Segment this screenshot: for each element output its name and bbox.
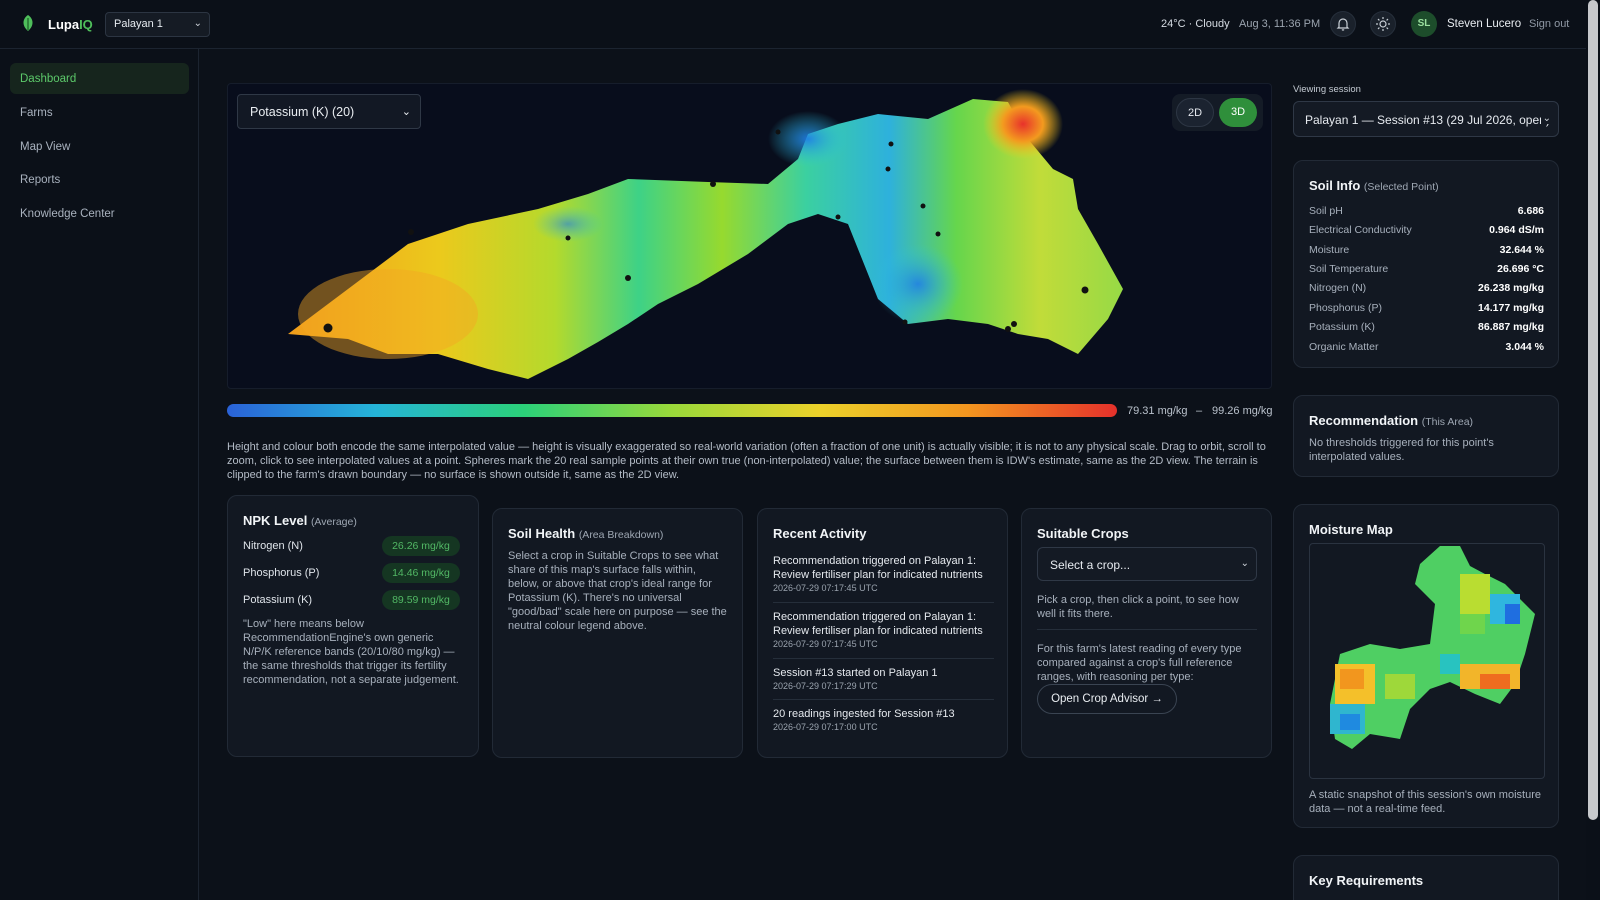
- moisture-map-image: [1309, 543, 1545, 779]
- recommendation-body: No thresholds triggered for this point's…: [1309, 437, 1494, 463]
- recent-activity-title: Recent Activity: [773, 526, 867, 541]
- brand-name: LupaIQ: [48, 17, 93, 32]
- layer-select-value: Potassium (K) (20): [250, 105, 355, 119]
- phosphorus-value-badge: 14.46 mg/kg: [382, 563, 460, 583]
- user-name: Steven Lucero: [1447, 18, 1522, 30]
- legend-min-value: 79.31 mg/kg: [1127, 405, 1188, 417]
- soil-info-title: Soil Info (Selected Point): [1309, 178, 1439, 193]
- avatar[interactable]: SL: [1411, 11, 1437, 37]
- chevron-down-icon: ⌄: [1240, 558, 1249, 569]
- bell-icon: [1336, 18, 1350, 31]
- soil-info-row: Soil Temperature 26.696 °C: [1309, 263, 1544, 275]
- view-2d-button[interactable]: 2D: [1176, 98, 1214, 127]
- layer-select[interactable]: Potassium (K) (20) ⌄: [237, 94, 421, 129]
- moisture-map-title: Moisture Map: [1309, 522, 1393, 537]
- page-scrollbar[interactable]: [1586, 0, 1600, 900]
- suitable-crops-card: Suitable Crops Select a crop... ⌄ Pick a…: [1021, 508, 1272, 758]
- sidebar-item-knowledge-center[interactable]: Knowledge Center: [10, 198, 189, 229]
- weather-status: 24°C · Cloudy: [1161, 18, 1230, 30]
- terrain-surface[interactable]: [228, 84, 1272, 389]
- recommendation-card: Recommendation (This Area) No thresholds…: [1293, 395, 1559, 477]
- soil-info-row: Nitrogen (N) 26.238 mg/kg: [1309, 282, 1544, 294]
- session-select[interactable]: Palayan 1 — Session #13 (29 Jul 2026, op…: [1293, 101, 1559, 137]
- view-3d-button[interactable]: 3D: [1219, 98, 1257, 127]
- sidebar-item-reports[interactable]: Reports: [10, 164, 189, 195]
- sidebar-item-dashboard[interactable]: Dashboard: [10, 63, 189, 94]
- open-crop-advisor-button[interactable]: Open Crop Advisor →: [1037, 684, 1177, 714]
- moisture-heatmap: [1330, 546, 1535, 749]
- theme-toggle-button[interactable]: [1370, 11, 1396, 37]
- potassium-value-badge: 89.59 mg/kg: [382, 590, 460, 610]
- current-datetime: Aug 3, 11:36 PM: [1239, 18, 1321, 30]
- soil-info-card: Soil Info (Selected Point) Soil pH 6.686 …: [1293, 160, 1559, 368]
- nitrogen-value-badge: 26.26 mg/kg: [382, 536, 460, 556]
- soil-info-row: Moisture 32.644 %: [1309, 244, 1544, 256]
- crop-select-placeholder: Select a crop...: [1050, 558, 1131, 572]
- viewing-session-label: Viewing session: [1293, 84, 1361, 95]
- sidebar: Dashboard Farms Map View Reports Knowled…: [0, 49, 199, 900]
- key-requirements-title: Key Requirements: [1309, 873, 1424, 888]
- npk-note: "Low" here means below RecommendationEng…: [243, 618, 459, 686]
- moisture-map-card: Moisture Map A static snapshot of this s…: [1293, 504, 1559, 828]
- top-bar: LupaIQ Palayan 1 ⌄ 24°C · Cloudy Aug 3, …: [0, 0, 1586, 49]
- soil-info-row: Soil pH 6.686: [1309, 205, 1544, 217]
- scrollbar-thumb[interactable]: [1588, 0, 1598, 820]
- soil-info-row: Phosphorus (P) 14.177 mg/kg: [1309, 302, 1544, 314]
- crop-hint: Pick a crop, then click a point, to see …: [1037, 594, 1239, 620]
- legend-separator: –: [1196, 405, 1203, 417]
- leaf-logo-icon: [23, 15, 33, 31]
- activity-item: Recommendation triggered on Palayan 1: R…: [773, 554, 994, 603]
- activity-item: Recommendation triggered on Palayan 1: R…: [773, 610, 994, 659]
- activity-item: 20 readings ingested for Session #13 202…: [773, 708, 955, 732]
- recent-activity-card: Recent Activity Recommendation triggered…: [757, 508, 1008, 758]
- sun-icon: [1376, 17, 1390, 31]
- session-select-value: Palayan 1 — Session #13 (29 Jul 2026, op…: [1305, 113, 1550, 127]
- soil-info-row: Organic Matter 3.044 %: [1309, 341, 1544, 353]
- chevron-down-icon: ⌄: [193, 18, 202, 29]
- soil-info-row: Electrical Conductivity 0.964 dS/m: [1309, 224, 1544, 236]
- sign-out-link[interactable]: Sign out: [1529, 18, 1569, 30]
- farm-select[interactable]: Palayan 1 ⌄: [105, 12, 210, 37]
- farm-select-value: Palayan 1: [114, 18, 163, 30]
- sidebar-item-farms[interactable]: Farms: [10, 97, 189, 128]
- chevron-down-icon: ⌄: [1540, 113, 1551, 124]
- color-legend-bar: [227, 404, 1117, 417]
- view-mode-toggle: 2D 3D: [1172, 94, 1263, 131]
- sidebar-item-map-view[interactable]: Map View: [10, 131, 189, 162]
- map-description: Height and colour both encode the same i…: [227, 441, 1266, 481]
- soil-health-title: Soil Health (Area Breakdown): [508, 526, 664, 541]
- soil-health-card: Soil Health (Area Breakdown) Select a cr…: [492, 508, 743, 758]
- divider: [1037, 629, 1257, 630]
- npk-row-potassium: Potassium (K) 89.59 mg/kg: [243, 590, 460, 610]
- npk-row-phosphorus: Phosphorus (P) 14.46 mg/kg: [243, 563, 460, 583]
- soil-info-row: Potassium (K) 86.887 mg/kg: [1309, 321, 1544, 333]
- activity-item: Session #13 started on Palayan 1 2026-07…: [773, 666, 994, 700]
- moisture-map-caption: A static snapshot of this session's own …: [1309, 789, 1541, 815]
- crop-advisor-text: For this farm's latest reading of every …: [1037, 643, 1242, 683]
- npk-title: NPK Level (Average): [243, 513, 357, 528]
- soil-health-body: Select a crop in Suitable Crops to see w…: [508, 550, 727, 632]
- recommendation-title: Recommendation (This Area): [1309, 413, 1474, 428]
- notifications-button[interactable]: [1330, 11, 1356, 37]
- chevron-down-icon: ⌄: [401, 106, 411, 118]
- key-requirements-card: Key Requirements: [1293, 855, 1559, 900]
- legend-max-value: 99.26 mg/kg: [1212, 405, 1273, 417]
- crop-select[interactable]: Select a crop... ⌄: [1037, 547, 1257, 581]
- npk-level-card: NPK Level (Average) Nitrogen (N) 26.26 m…: [227, 495, 479, 757]
- npk-row-nitrogen: Nitrogen (N) 26.26 mg/kg: [243, 536, 460, 556]
- suitable-crops-title: Suitable Crops: [1037, 526, 1129, 541]
